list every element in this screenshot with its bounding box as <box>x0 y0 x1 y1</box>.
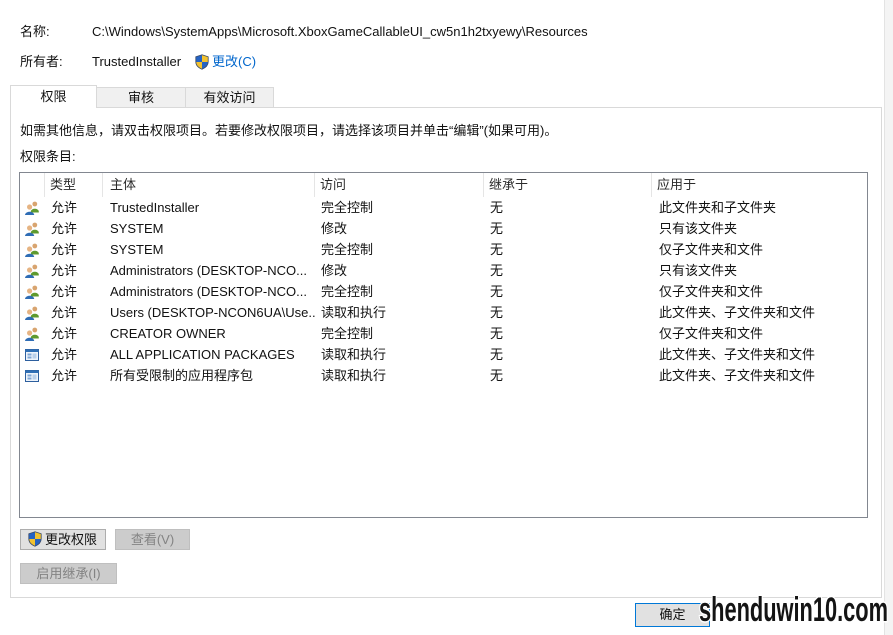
object-path-value: C:\Windows\SystemApps\Microsoft.XboxGame… <box>92 24 588 39</box>
cell-access: 修改 <box>321 263 348 278</box>
column-header-icon[interactable] <box>20 173 45 197</box>
permission-entry-row[interactable]: 允许 CREATOR OWNER 完全控制 无 仅子文件夹和文件 <box>20 323 867 344</box>
permission-entry-row[interactable]: 允许 TrustedInstaller 完全控制 无 此文件夹和子文件夹 <box>20 197 867 218</box>
cell-access: 完全控制 <box>321 200 374 215</box>
uac-shield-icon <box>194 54 210 70</box>
name-label: 名称: <box>20 24 50 39</box>
permission-entry-row[interactable]: 允许 所有受限制的应用程序包 读取和执行 无 此文件夹、子文件夹和文件 <box>20 365 867 386</box>
user-group-icon <box>24 200 40 216</box>
cell-inherited-from: 无 <box>490 200 504 215</box>
list-rows: 允许 TrustedInstaller 完全控制无此文件夹和子文件夹 允许 SYSTEM… <box>20 197 867 386</box>
entry-icon-cell <box>20 302 45 323</box>
entry-icon-cell <box>20 365 45 386</box>
window-edge <box>884 0 893 635</box>
user-group-icon <box>24 305 40 321</box>
cell-principal: Users (DESKTOP-NCON6UA\Use... <box>110 305 315 320</box>
user-group-icon <box>24 284 40 300</box>
entry-icon-cell <box>20 197 45 218</box>
cell-type: 允许 <box>51 242 78 257</box>
tab-auditing[interactable]: 审核 <box>96 87 186 107</box>
cell-access: 读取和执行 <box>321 368 387 383</box>
cell-access: 读取和执行 <box>321 305 387 320</box>
permission-entry-row[interactable]: 允许 SYSTEM 修改 无 只有该文件夹 <box>20 218 867 239</box>
entry-icon-cell <box>20 218 45 239</box>
cell-applies-to: 此文件夹和子文件夹 <box>659 200 777 215</box>
column-header-applies-to[interactable]: 应用于 <box>652 173 867 197</box>
cell-type: 允许 <box>51 368 78 383</box>
tab-permissions[interactable]: 权限 <box>10 85 97 108</box>
permission-entry-row[interactable]: 允许 Administrators (DESKTOP-NCO... 修改 无 只有该文件… <box>20 260 867 281</box>
cell-principal: SYSTEM <box>110 242 164 257</box>
watermark-text: shenduwin10.com <box>699 591 888 629</box>
change-owner-link[interactable]: 更改(C) <box>212 54 256 70</box>
cell-access: 完全控制 <box>321 284 374 299</box>
cell-inherited-from: 无 <box>490 347 504 362</box>
cell-type: 允许 <box>51 284 78 299</box>
cell-principal: SYSTEM <box>110 221 164 236</box>
permission-entry-row[interactable]: 允许 Administrators (DESKTOP-NCO... 完全控制 无 仅子文… <box>20 281 867 302</box>
user-group-icon <box>24 263 40 279</box>
owner-value: TrustedInstaller <box>92 54 182 69</box>
watermark: shenduwin10.com <box>698 590 890 631</box>
column-header-inherited-from[interactable]: 继承于 <box>484 173 652 197</box>
cell-applies-to: 此文件夹、子文件夹和文件 <box>659 368 816 383</box>
cell-type: 允许 <box>51 263 78 278</box>
permission-entry-row[interactable]: 允许 SYSTEM 完全控制 无 仅子文件夹和文件 <box>20 239 867 260</box>
cell-access: 修改 <box>321 221 348 236</box>
user-group-icon <box>24 242 40 258</box>
cell-inherited-from: 无 <box>490 368 504 383</box>
cell-access: 完全控制 <box>321 242 374 257</box>
cell-inherited-from: 无 <box>490 242 504 257</box>
column-header-principal[interactable]: 主体 <box>103 173 315 197</box>
cell-inherited-from: 无 <box>490 284 504 299</box>
cell-inherited-from: 无 <box>490 221 504 236</box>
entry-icon-cell <box>20 281 45 302</box>
user-group-icon <box>24 326 40 342</box>
app-package-icon <box>24 368 40 384</box>
cell-principal: 所有受限制的应用程序包 <box>110 368 254 383</box>
cell-inherited-from: 无 <box>490 263 504 278</box>
app-package-icon <box>24 347 40 363</box>
cell-applies-to: 只有该文件夹 <box>659 263 738 278</box>
entry-icon-cell <box>20 260 45 281</box>
cell-access: 读取和执行 <box>321 347 387 362</box>
column-header-access[interactable]: 访问 <box>315 173 484 197</box>
entry-icon-cell <box>20 239 45 260</box>
cell-principal: Administrators (DESKTOP-NCO... <box>110 263 307 278</box>
cell-inherited-from: 无 <box>490 326 504 341</box>
cell-principal: Administrators (DESKTOP-NCO... <box>110 284 307 299</box>
cell-type: 允许 <box>51 200 78 215</box>
cell-access: 完全控制 <box>321 326 374 341</box>
permission-entries-list[interactable]: 类型 主体 访问 继承于 应用于 允许 TrustedInstaller 完全控制无… <box>19 172 868 518</box>
cell-principal: TrustedInstaller <box>110 200 200 215</box>
entry-icon-cell <box>20 323 45 344</box>
cell-applies-to: 此文件夹、子文件夹和文件 <box>659 305 816 320</box>
entry-icon-cell <box>20 344 45 365</box>
permission-entries-label: 权限条目: <box>20 149 76 164</box>
cell-applies-to: 只有该文件夹 <box>659 221 738 236</box>
cell-type: 允许 <box>51 305 78 320</box>
cell-applies-to: 仅子文件夹和文件 <box>659 326 764 341</box>
permission-entry-row[interactable]: 允许 ALL APPLICATION PACKAGES 读取和执行 无 此文件夹、子文件… <box>20 344 867 365</box>
user-group-icon <box>24 221 40 237</box>
cell-applies-to: 此文件夹、子文件夹和文件 <box>659 347 816 362</box>
cell-principal: ALL APPLICATION PACKAGES <box>110 347 295 362</box>
cell-type: 允许 <box>51 326 78 341</box>
column-header-type[interactable]: 类型 <box>45 173 103 197</box>
cell-type: 允许 <box>51 221 78 236</box>
cell-applies-to: 仅子文件夹和文件 <box>659 284 764 299</box>
cell-principal: CREATOR OWNER <box>110 326 226 341</box>
info-text: 如需其他信息，请双击权限项目。若要修改权限项目，请选择该项目并单击“编辑”(如果… <box>20 123 558 138</box>
list-header: 类型 主体 访问 继承于 应用于 <box>20 173 867 197</box>
cell-applies-to: 仅子文件夹和文件 <box>659 242 764 257</box>
permission-entry-row[interactable]: 允许 Users (DESKTOP-NCON6UA\Use... 读取和执行 无 此文件… <box>20 302 867 323</box>
cell-inherited-from: 无 <box>490 305 504 320</box>
cell-type: 允许 <box>51 347 78 362</box>
owner-label: 所有者: <box>20 54 63 69</box>
tab-effective-access[interactable]: 有效访问 <box>185 87 274 107</box>
